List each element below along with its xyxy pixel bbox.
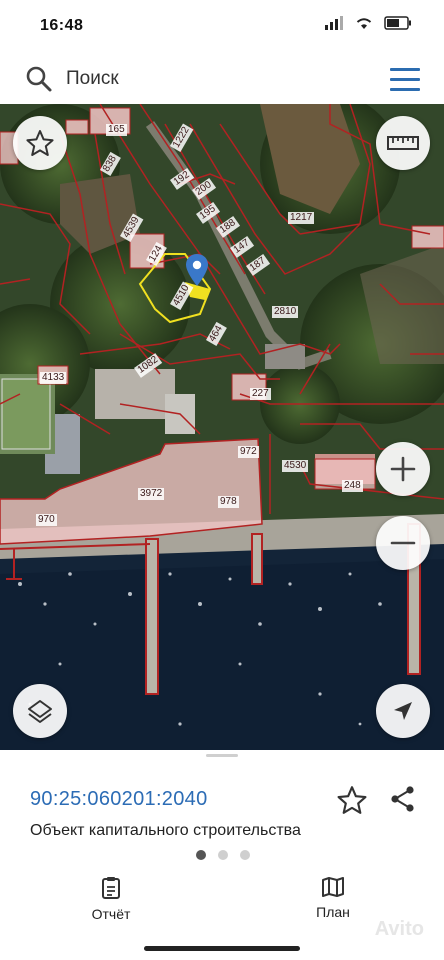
share-icon[interactable] (388, 784, 418, 814)
tab-plan[interactable]: План (288, 876, 378, 920)
search-input[interactable]: Поиск (66, 68, 119, 90)
ruler-icon (387, 136, 419, 150)
parcel-label: 978 (218, 496, 239, 508)
status-icons (324, 16, 412, 30)
parcel-label: 972 (238, 446, 259, 458)
parcel-label: 3972 (138, 488, 165, 500)
sheet-drag-handle[interactable] (206, 754, 238, 757)
parcel-label: 227 (250, 388, 271, 400)
zoom-out-button[interactable] (376, 516, 430, 570)
wifi-icon (356, 18, 372, 29)
parcel-label: 970 (36, 514, 57, 526)
cadastral-number[interactable]: 90:25:060201:2040 (30, 788, 208, 811)
parcel-label: 165 (106, 124, 127, 136)
status-bar: 16:48 (0, 0, 444, 52)
ruler-button[interactable] (376, 116, 430, 170)
star-icon (26, 130, 54, 156)
report-icon (102, 877, 120, 899)
object-type: Объект капитального строительства (30, 822, 301, 839)
menu-icon[interactable] (388, 68, 422, 92)
home-indicator[interactable] (144, 946, 300, 951)
map-imagery (0, 104, 444, 750)
search-bar[interactable]: Поиск (8, 58, 436, 100)
avito-watermark: Avito (374, 918, 424, 940)
tab-plan-label: План (316, 904, 350, 920)
status-time: 16:48 (40, 17, 84, 34)
parcel-label: 4530 (282, 460, 309, 472)
parcel-label: 4133 (40, 372, 67, 384)
parcel-label: 248 (342, 480, 363, 492)
minus-icon (390, 541, 416, 545)
page-dot-active (196, 850, 206, 860)
app-screen: 16:48 Поиск 165 1222 838 192 200 195 188… (0, 0, 444, 960)
battery-icon (384, 16, 411, 30)
satellite-map[interactable]: 165 1222 838 192 200 195 188 147 187 121… (0, 104, 444, 750)
page-indicator (196, 850, 250, 860)
page-dot (240, 850, 250, 860)
navigation-arrow-icon (394, 702, 412, 720)
page-dot (218, 850, 228, 860)
layers-button[interactable] (13, 684, 67, 738)
tab-report[interactable]: Отчёт (66, 876, 156, 922)
zoom-in-button[interactable] (376, 442, 430, 496)
location-pin-icon[interactable] (186, 254, 208, 286)
bottom-sheet[interactable]: 90:25:060201:2040 Объект капитального ст… (0, 750, 444, 960)
signal-icon (325, 16, 343, 30)
favorite-button[interactable] (13, 116, 67, 170)
parcel-label: 2810 (272, 306, 299, 318)
parcel-label: 1217 (288, 212, 315, 224)
tab-report-label: Отчёт (91, 906, 131, 922)
layers-icon (28, 700, 52, 723)
my-location-button[interactable] (376, 684, 430, 738)
plus-icon (390, 456, 416, 482)
map-plan-icon (322, 877, 344, 897)
search-icon[interactable] (24, 64, 54, 94)
star-icon[interactable] (336, 784, 368, 816)
